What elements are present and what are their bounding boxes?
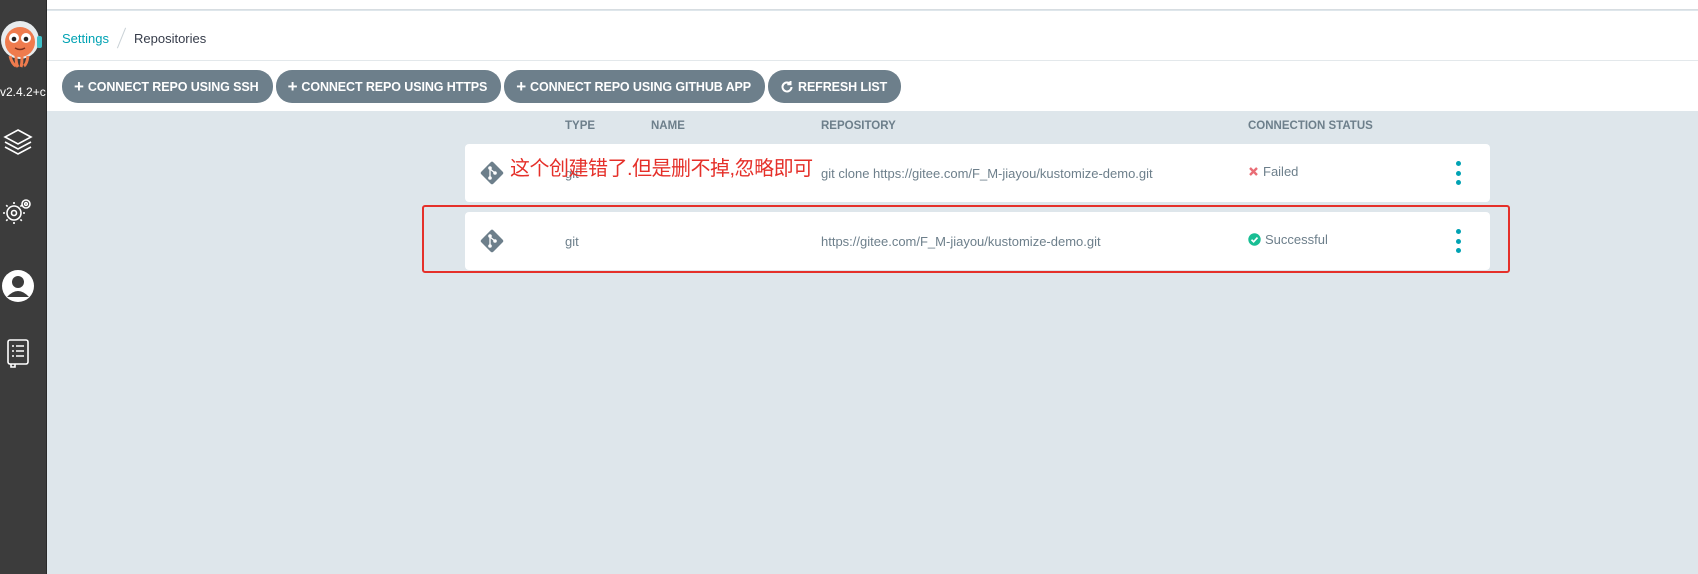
sidebar: v2.4.2+c [0,0,47,574]
refresh-list-button[interactable]: REFRESH LIST [768,70,902,103]
plus-icon: + [287,77,298,96]
top-strip [47,0,1698,10]
col-name-header: NAME [651,120,685,132]
row-menu-icon[interactable] [1454,161,1462,185]
annotation-text: 这个创建错了.但是删不掉,忽略即可 [510,158,813,180]
settings-gears-icon[interactable] [0,193,36,229]
connect-github-app-label: CONNECT REPO USING GITHUB APP [530,79,752,94]
connect-github-app-button[interactable]: + CONNECT REPO USING GITHUB APP [504,70,766,103]
row-repository: git clone https://gitee.com/F_M-jiayou/k… [821,166,1153,181]
connect-ssh-button[interactable]: + CONNECT REPO USING SSH [62,70,273,103]
docs-book-icon[interactable] [0,335,36,371]
plus-icon: + [74,77,84,96]
col-status-header: CONNECTION STATUS [1248,120,1373,132]
breadcrumb-settings-link[interactable]: Settings [62,31,109,46]
x-icon [1249,167,1258,176]
annotation-highlight-box [422,205,1510,273]
col-type-header: TYPE [565,120,596,132]
user-avatar-icon[interactable] [0,268,36,304]
breadcrumb-separator [116,27,127,49]
connect-ssh-label: CONNECT REPO USING SSH [87,79,259,94]
refresh-icon [781,80,793,92]
header-divider [47,60,1698,61]
plus-icon: + [516,77,527,96]
breadcrumb: Settings Repositories [62,27,206,49]
col-repository-header: REPOSITORY [821,120,896,132]
connect-https-button[interactable]: + CONNECT REPO USING HTTPS [275,70,502,103]
refresh-list-label: REFRESH LIST [798,79,888,94]
page-header: Settings Repositories + CONNECT REPO USI… [47,11,1698,111]
version-label: v2.4.2+c [0,85,46,99]
page-title: Repositories [133,30,207,46]
status-text: Failed [1263,164,1299,179]
table-header: TYPE NAME REPOSITORY CONNECTION STATUS [0,120,1698,134]
connect-https-label: CONNECT REPO USING HTTPS [301,79,488,94]
toolbar: + CONNECT REPO USING SSH + CONNECT REPO … [62,70,902,103]
argo-logo[interactable] [0,18,44,68]
git-icon [480,161,504,185]
connection-status: Failed [1248,164,1298,179]
